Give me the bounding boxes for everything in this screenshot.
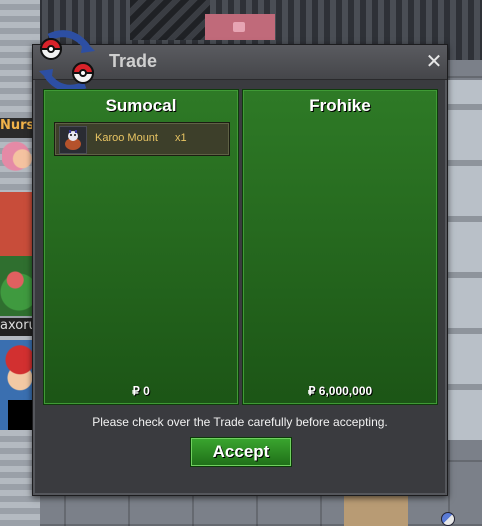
pokeball-icon[interactable] bbox=[441, 512, 455, 526]
accept-button[interactable]: Accept bbox=[190, 437, 292, 467]
dark-wall-segment bbox=[130, 0, 210, 40]
left-offer-panel[interactable]: Sumocal Karoo Mount x1 ₽ 0 bbox=[43, 89, 239, 405]
right-player-name: Frohike bbox=[309, 96, 371, 115]
item-name: Karoo Mount bbox=[95, 132, 158, 144]
nurse-sign: Nurse bbox=[0, 118, 36, 138]
right-money: ₽ 6,000,000 bbox=[307, 384, 373, 398]
mount-icon bbox=[59, 126, 87, 154]
trade-item[interactable]: Karoo Mount x1 bbox=[54, 122, 230, 156]
left-player-name: Sumocal bbox=[105, 96, 177, 115]
pink-door bbox=[205, 14, 275, 40]
trade-title: Trade bbox=[109, 51, 158, 71]
right-offer-panel[interactable]: Frohike ₽ 6,000,000 bbox=[242, 89, 438, 405]
crate bbox=[344, 496, 408, 526]
trade-notice: Please check over the Trade carefully be… bbox=[92, 415, 388, 429]
item-quantity: x1 bbox=[175, 132, 187, 144]
close-icon[interactable]: ✕ bbox=[425, 51, 443, 71]
trade-window: Trade ✕ Sumocal Karoo Mount x1 ₽ 0 Frohi… bbox=[32, 30, 448, 496]
trade-logo-icon bbox=[39, 30, 95, 92]
right-windows bbox=[448, 80, 482, 440]
nurse-npc[interactable] bbox=[2, 138, 36, 190]
left-money: ₽ 0 bbox=[132, 384, 150, 398]
